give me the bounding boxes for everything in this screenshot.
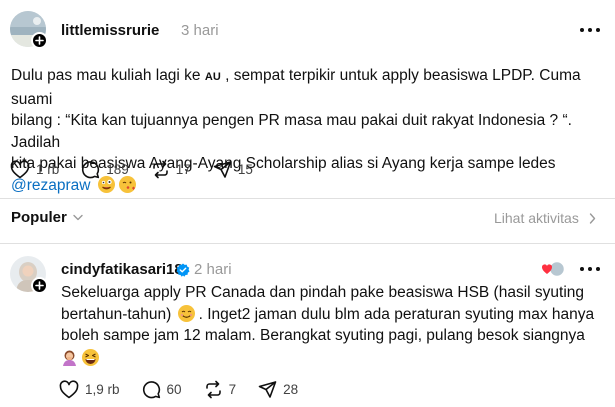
share-count: 15: [237, 162, 253, 177]
follow-plus-icon[interactable]: [31, 277, 48, 294]
post-text: Sekeluarga apply PR Canada dan pindah pa…: [61, 282, 611, 369]
activity-label: Lihat aktivitas: [494, 210, 579, 226]
text-line: bertahun-tahun): [61, 305, 172, 323]
like-count: 1 rb: [36, 162, 60, 177]
repost-button[interactable]: 7: [204, 380, 237, 399]
text-line: bilang : “Kita kan tujuannya pengen PR m…: [11, 112, 572, 151]
share-button[interactable]: 28: [258, 380, 298, 399]
text-line: boleh sampe jam 12 malam. Berangkat syut…: [61, 327, 585, 344]
repost-icon: [205, 380, 221, 399]
share-icon: [258, 381, 277, 398]
verified-icon: [176, 263, 190, 277]
repost-count: 7: [228, 382, 237, 397]
comment-icon: [82, 161, 100, 179]
chevron-down-icon: [73, 214, 83, 221]
comment-count: 189: [106, 162, 129, 177]
username[interactable]: cindyfatikasari18: [61, 261, 183, 278]
more-icon[interactable]: [580, 266, 600, 272]
share-icon: [213, 161, 232, 178]
grinning-squinting-face-emoji-icon: [82, 348, 99, 366]
sort-label: Populer: [11, 209, 67, 226]
smiling-face-emoji-icon: [177, 304, 195, 322]
heart-icon: [542, 260, 565, 278]
follow-plus-icon[interactable]: [31, 32, 48, 49]
heart-icon: [10, 160, 30, 179]
text-line: Dulu pas mau kuliah lagi ke: [11, 67, 201, 84]
divider: [0, 198, 615, 199]
share-button[interactable]: 15: [213, 160, 253, 179]
share-count: 28: [283, 382, 299, 397]
text-line: . Inget2 jaman dulu blm ada peraturan sy…: [198, 305, 595, 323]
like-button[interactable]: 1,9 rb: [59, 380, 120, 399]
repost-icon: [152, 160, 168, 179]
post-cindyfatikasari18: cindyfatikasari18 2 hari Sekeluarga appl…: [0, 243, 615, 407]
comment-count: 60: [166, 382, 182, 397]
repost-button[interactable]: 17: [151, 160, 191, 179]
like-button[interactable]: 1 rb: [10, 160, 59, 179]
sort-dropdown[interactable]: Populer: [11, 209, 83, 226]
like-count: 1,9 rb: [85, 382, 120, 397]
mention-link[interactable]: @rezapraw: [11, 177, 90, 194]
post-actions: 1,9 rb 60 7 28: [59, 380, 320, 399]
person-facepalming-emoji-icon: [61, 349, 78, 366]
comment-button[interactable]: 60: [142, 380, 182, 399]
comment-button[interactable]: 189: [81, 160, 129, 179]
username[interactable]: littlemissrurie: [61, 22, 159, 39]
heart-icon: [59, 380, 79, 399]
repost-count: 17: [175, 162, 191, 177]
view-activity-link[interactable]: Lihat aktivitas: [494, 210, 596, 226]
au-badge: AU: [204, 71, 221, 83]
post-time[interactable]: 3 hari: [181, 22, 219, 39]
liked-by-author-indicator: [541, 260, 565, 278]
post-actions: 1 rb 189 17 15: [10, 160, 275, 179]
post-time[interactable]: 2 hari: [194, 261, 232, 278]
post-littlemissrurie: littlemissrurie 3 hari Dulu pas mau kuli…: [0, 0, 615, 200]
text-line: Sekeluarga apply PR Canada dan pindah pa…: [61, 284, 585, 301]
more-icon[interactable]: [580, 27, 600, 33]
comment-icon: [142, 381, 160, 399]
chevron-right-icon: [589, 212, 596, 224]
